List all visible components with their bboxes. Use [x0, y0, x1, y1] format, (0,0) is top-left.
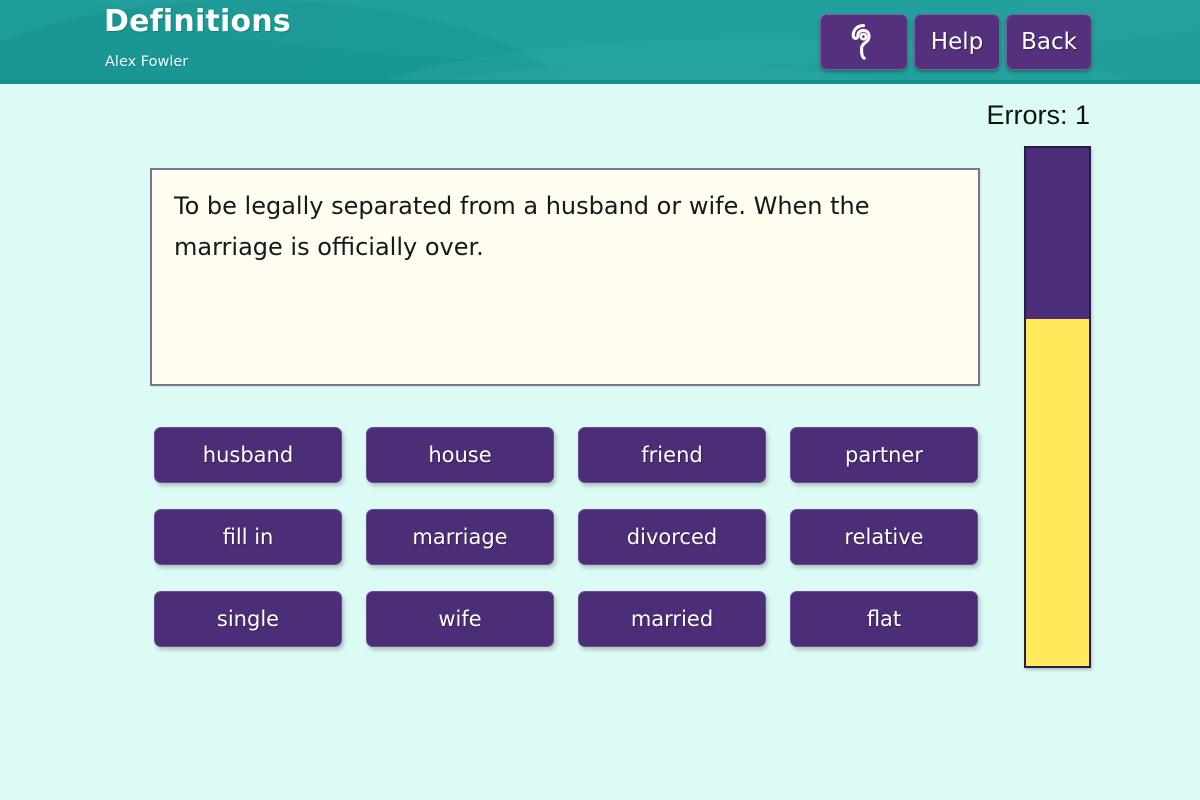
help-button-label: Help: [930, 29, 984, 55]
answer-option-friend[interactable]: friend: [578, 427, 766, 483]
definition-panel: To be legally separated from a husband o…: [150, 168, 980, 386]
answer-option-marriage[interactable]: marriage: [366, 509, 554, 565]
listen-button[interactable]: [820, 14, 908, 70]
answer-option-husband[interactable]: husband: [154, 427, 342, 483]
back-button-label: Back: [1021, 29, 1077, 55]
answer-option-divorced[interactable]: divorced: [578, 509, 766, 565]
answer-option-label: single: [216, 607, 280, 631]
progress-bar: [1024, 146, 1091, 668]
answer-option-relative[interactable]: relative: [790, 509, 978, 565]
answer-option-label: marriage: [412, 525, 508, 549]
answer-option-label: friend: [641, 443, 703, 467]
header-divider: [0, 80, 1200, 84]
answer-option-house[interactable]: house: [366, 427, 554, 483]
help-button[interactable]: Help: [914, 14, 1000, 70]
answer-option-partner[interactable]: partner: [790, 427, 978, 483]
progress-bar-remaining: [1026, 148, 1089, 319]
answer-option-label: husband: [202, 443, 294, 467]
answer-options-grid: husband house friend partner fill in marriage…: [154, 427, 986, 673]
definition-text: To be legally separated from a husband o…: [174, 192, 870, 261]
ear-icon: [851, 24, 871, 60]
answer-row: husband house friend partner: [154, 427, 986, 483]
page-title: Definitions: [104, 4, 291, 39]
answer-option-label: relative: [844, 525, 924, 549]
answer-option-flat[interactable]: flat: [790, 591, 978, 647]
errors-counter: Errors: 1: [986, 100, 1090, 130]
answer-option-label: divorced: [626, 525, 718, 549]
answer-option-label: wife: [438, 607, 482, 631]
app-header: Definitions Alex Fowler Help Back: [0, 0, 1200, 84]
activity-screen: Definitions Alex Fowler Help Back Errors…: [0, 0, 1200, 800]
answer-option-wife[interactable]: wife: [366, 591, 554, 647]
answer-option-label: married: [630, 607, 714, 631]
answer-option-married[interactable]: married: [578, 591, 766, 647]
back-button[interactable]: Back: [1006, 14, 1092, 70]
answer-option-single[interactable]: single: [154, 591, 342, 647]
answer-row: single wife married flat: [154, 591, 986, 647]
answer-option-label: house: [428, 443, 492, 467]
answer-option-label: flat: [866, 607, 902, 631]
answer-option-fill-in[interactable]: fill in: [154, 509, 342, 565]
answer-option-label: fill in: [222, 525, 274, 549]
user-name: Alex Fowler: [105, 54, 189, 70]
answer-option-label: partner: [845, 443, 923, 467]
answer-row: fill in marriage divorced relative: [154, 509, 986, 565]
